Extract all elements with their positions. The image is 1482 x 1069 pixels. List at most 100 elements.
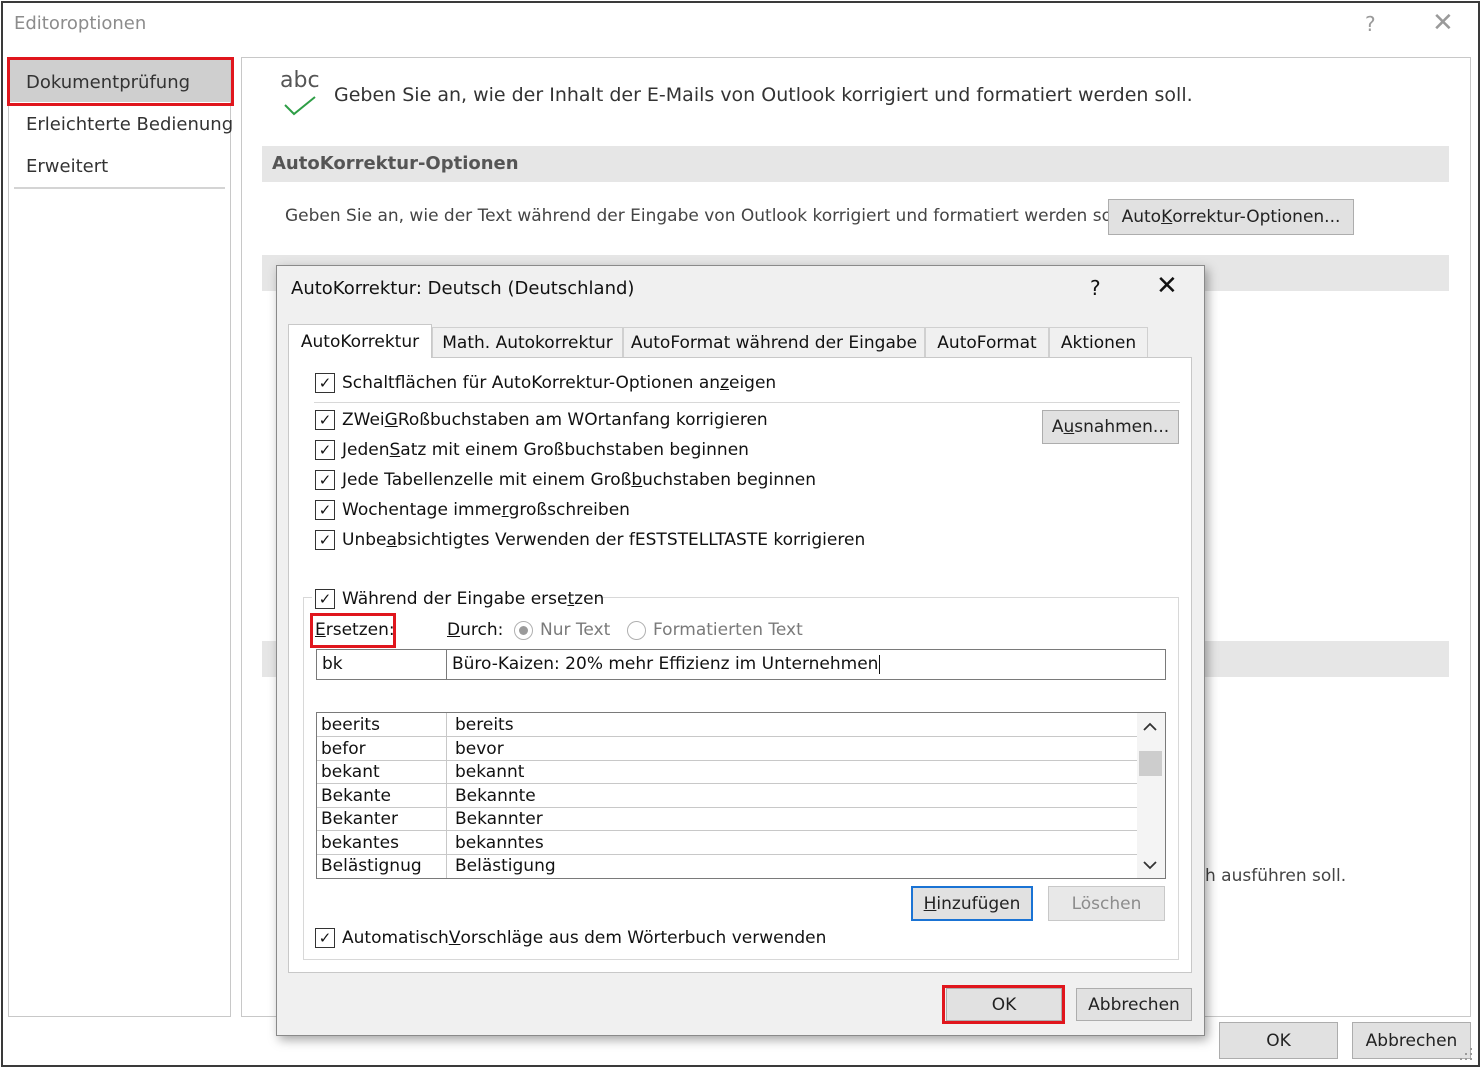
- button-label-pre: A: [1051, 417, 1064, 437]
- entry-from: Belästignug: [321, 856, 422, 876]
- option-label: Während der Eingabe erse: [342, 589, 568, 609]
- radio-label: Formatierten Text: [653, 620, 803, 640]
- autocorrect-options-button[interactable]: Auto Korrektur-Optionen...: [1108, 199, 1354, 235]
- resize-grip-icon[interactable]: [1458, 1046, 1474, 1064]
- option-label: Automatisch: [342, 928, 449, 948]
- option-label: Wochentage imme: [342, 500, 502, 520]
- checkbox-capitalize-table-cell[interactable]: ✓ Jede Tabellenzelle mit einem Groß b uchs…: [315, 470, 816, 490]
- checkbox-box[interactable]: ✓: [315, 589, 335, 609]
- option-accelerator: t: [567, 589, 575, 609]
- checkbox-box[interactable]: ✓: [315, 470, 335, 490]
- entry-to: bekannt: [455, 762, 525, 782]
- annotation-highlight-box: [942, 985, 1065, 1024]
- checkmark-icon: [284, 96, 316, 116]
- radio-selected-icon[interactable]: [514, 620, 533, 640]
- option-accelerator: V: [448, 928, 461, 948]
- entry-to: Bekannter: [455, 809, 543, 829]
- checkbox-box[interactable]: ✓: [315, 530, 335, 550]
- dialog-title: AutoKorrektur: Deutsch (Deutschland): [291, 278, 635, 299]
- entry-to: bereits: [455, 715, 514, 735]
- option-accelerator: a: [386, 530, 397, 550]
- window-title: Editoroptionen: [14, 13, 147, 34]
- entry-from: Bekante: [321, 786, 391, 806]
- radio-formatted-text[interactable]: Formatierten Text: [627, 620, 803, 640]
- nav-item-erleichterte-bedienung[interactable]: Erleichterte Bedienung: [26, 114, 233, 135]
- option-label: Schaltflächen für AutoKorrektur-Optionen…: [342, 373, 721, 393]
- dialog-help-icon[interactable]: ?: [1090, 276, 1101, 300]
- dialog-cancel-button[interactable]: Abbrechen: [1076, 988, 1192, 1021]
- list-scrollbar[interactable]: [1137, 713, 1165, 878]
- checkbox-capitalize-sentence[interactable]: ✓ Jeden Satz mit einem Großbuchstaben be…: [315, 440, 749, 460]
- radio-plain-text[interactable]: Nur Text: [514, 620, 610, 640]
- option-label-rest: bsichtigtes Verwenden der fESTSTELLTASTE…: [396, 530, 866, 550]
- option-label: Jeden: [342, 440, 390, 460]
- tab-aktionen[interactable]: Aktionen: [1049, 327, 1148, 357]
- options-nav: [8, 57, 231, 1017]
- checkbox-box[interactable]: ✓: [315, 440, 335, 460]
- checkbox-two-initial-caps[interactable]: ✓ ZWei G Roßbuchstaben am WOrtanfang korr…: [315, 410, 768, 430]
- checkbox-box[interactable]: ✓: [315, 410, 335, 430]
- checkbox-box[interactable]: ✓: [315, 500, 335, 520]
- help-icon[interactable]: ?: [1365, 12, 1376, 36]
- tab-autokorrektur[interactable]: AutoKorrektur: [288, 324, 432, 358]
- list-item[interactable]: bekant bekannt: [317, 760, 1137, 784]
- tab-autoformat-eingabe[interactable]: AutoFormat während der Eingabe: [623, 327, 925, 357]
- option-label-rest: uchstaben beginnen: [642, 470, 816, 490]
- with-input-value: Büro-Kaizen: 20% mehr Effizienz im Unter…: [452, 654, 879, 674]
- option-label-rest: atz mit einem Großbuchstaben beginnen: [400, 440, 749, 460]
- with-input[interactable]: Büro-Kaizen: 20% mehr Effizienz im Unter…: [447, 649, 1166, 680]
- button-label-post: inzufügen: [936, 893, 1021, 914]
- replace-input[interactable]: bk: [316, 649, 447, 680]
- radio-unselected-icon[interactable]: [627, 620, 646, 640]
- button-label-accelerator: u: [1063, 417, 1075, 437]
- nav-item-erweitert[interactable]: Erweitert: [26, 156, 108, 177]
- proofing-intro-text: Geben Sie an, wie der Inhalt der E-Mails…: [334, 84, 1193, 106]
- checkbox-show-autocorrect-buttons[interactable]: ✓ Schaltflächen für AutoKorrektur-Option…: [315, 373, 776, 393]
- option-label-rest: zen: [574, 589, 605, 609]
- dialog-close-icon[interactable]: ✕: [1156, 271, 1178, 301]
- list-item[interactable]: beerits bereits: [317, 713, 1137, 737]
- option-accelerator: G: [384, 410, 398, 430]
- annotation-highlight-box: [7, 57, 234, 106]
- checkbox-dictionary-suggestions[interactable]: ✓ Automatisch Vorschläge aus dem Wörterb…: [315, 928, 826, 948]
- button-label-post: orrektur-Optionen...: [1172, 207, 1341, 227]
- with-label-rest: urch:: [460, 620, 504, 640]
- cancel-button[interactable]: Abbrechen: [1352, 1022, 1471, 1059]
- checkbox-capitalize-weekdays[interactable]: ✓ Wochentage imme r großschreiben: [315, 500, 630, 520]
- checkbox-replace-while-typing[interactable]: ✓ Während der Eingabe erse t zen: [315, 589, 604, 609]
- proofing-icon-text: abc: [280, 68, 320, 93]
- exceptions-button[interactable]: Au snahmen...: [1042, 410, 1179, 444]
- section-description: Geben Sie an, wie der Text während der E…: [285, 206, 1127, 226]
- radio-label: Nur Text: [540, 620, 611, 640]
- option-accelerator: z: [720, 373, 729, 393]
- option-label-rest: Roßbuchstaben am WOrtanfang korrigieren: [397, 410, 768, 430]
- checkbox-box[interactable]: ✓: [315, 928, 335, 948]
- ok-button[interactable]: OK: [1219, 1022, 1338, 1059]
- option-label: Jede Tabellenzelle mit einem Groß: [342, 470, 632, 490]
- scrollbar-thumb[interactable]: [1139, 751, 1162, 776]
- option-label: ZWei: [342, 410, 385, 430]
- option-accelerator: S: [389, 440, 401, 460]
- entry-from: beerits: [321, 715, 380, 735]
- chevron-down-icon[interactable]: [1143, 860, 1157, 870]
- with-label: Durch:: [447, 620, 503, 640]
- separator: [314, 402, 1180, 403]
- tab-autoformat[interactable]: AutoFormat: [925, 327, 1049, 357]
- replace-input-value: bk: [322, 654, 343, 674]
- list-item[interactable]: Bekanter Bekannter: [317, 807, 1137, 831]
- entry-to: bevor: [455, 739, 504, 759]
- entry-from: befor: [321, 739, 366, 759]
- delete-entry-button[interactable]: Löschen: [1048, 886, 1165, 921]
- checkbox-caps-lock-correction[interactable]: ✓ Unbe a bsichtigtes Verwenden der fESTSTE…: [315, 530, 865, 550]
- checkbox-box[interactable]: ✓: [315, 373, 335, 393]
- close-icon[interactable]: ✕: [1432, 8, 1454, 38]
- chevron-up-icon[interactable]: [1143, 722, 1157, 732]
- entry-from: bekant: [321, 762, 380, 782]
- list-item[interactable]: Bekante Bekannte: [317, 784, 1137, 808]
- list-item[interactable]: bekantes bekanntes: [317, 831, 1137, 855]
- list-item[interactable]: befor bevor: [317, 737, 1137, 761]
- list-item[interactable]: Belästignug Belästigung: [317, 854, 1137, 878]
- tab-math-autokorrektur[interactable]: Math. Autokorrektur: [432, 327, 623, 357]
- add-entry-button[interactable]: Hinzufügen: [911, 886, 1033, 921]
- option-accelerator: b: [631, 470, 643, 490]
